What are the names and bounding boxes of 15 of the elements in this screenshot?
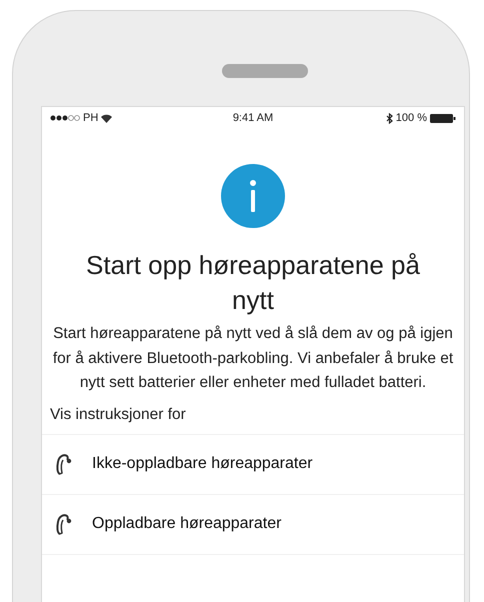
battery-icon	[430, 114, 456, 122]
battery-percentage: 100 %	[396, 112, 427, 124]
dialog-message: Start høreapparatene på nytt ved å slå dem av og på igjen for å aktivere Bluetooth-parkobling. Vi anbefaler å bruke et nytt sett batterier eller enheter med fulladet batteri.	[52, 324, 454, 393]
option-row[interactable]: Ikke-oppladbare høreapparater	[42, 434, 464, 494]
info-icon	[221, 164, 285, 228]
signal-icon	[50, 115, 80, 121]
option-row[interactable]: Oppladbare høreapparater	[42, 494, 464, 554]
wifi-icon	[101, 114, 112, 122]
carrier-text: PH	[83, 112, 98, 124]
bluetooth-icon	[386, 112, 393, 124]
status-time: 9:41 AM	[232, 112, 274, 124]
section-label: Vis instruksjoner for	[49, 404, 187, 424]
hearing-aid-icon	[56, 513, 72, 535]
dialog-title: Start opp høreapparatene på nytt	[85, 249, 421, 317]
hearing-aid-icon	[56, 453, 72, 475]
